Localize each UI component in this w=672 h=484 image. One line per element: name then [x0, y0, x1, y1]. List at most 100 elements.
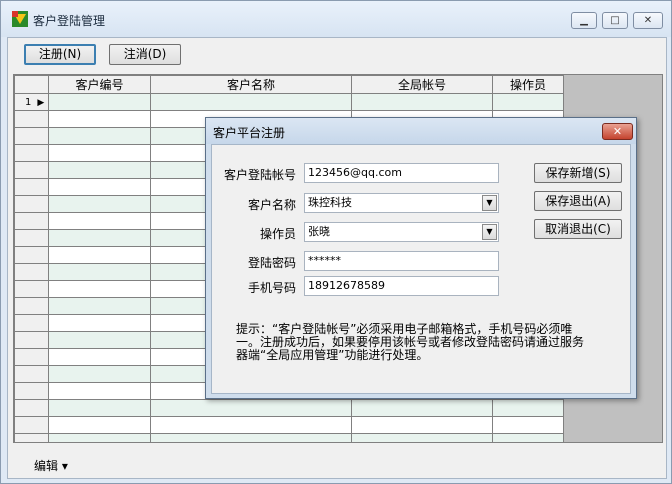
row-header[interactable]	[14, 178, 49, 196]
maximize-button[interactable]: □	[602, 12, 628, 29]
window-title: 客户登陆管理	[33, 14, 106, 28]
row-header[interactable]	[14, 331, 49, 349]
row-header[interactable]	[14, 229, 49, 247]
table-cell[interactable]	[48, 178, 151, 196]
chevron-down-icon[interactable]: ▼	[482, 224, 497, 240]
table-cell[interactable]	[48, 297, 151, 315]
dialog-body: 客户登陆帐号 123456@qq.com 客户名称 珠控科技 ▼ 操作员 张晓 …	[211, 144, 631, 394]
minimize-button[interactable]: ▁	[571, 12, 597, 29]
column-header-operator[interactable]: 操作员	[492, 75, 564, 94]
account-label: 客户登陆帐号	[223, 168, 296, 182]
title-bar[interactable]: 客户登陆管理 ▁ □ ✕	[1, 1, 671, 37]
row-header[interactable]	[14, 314, 49, 332]
table-row[interactable]	[14, 433, 564, 442]
table-cell[interactable]	[48, 416, 151, 434]
hint-text: 提示：“客户登陆帐号”必须采用电子邮箱格式，手机号码必须唯一。注册成功后，如果要…	[236, 322, 585, 362]
table-cell[interactable]	[48, 365, 151, 383]
table-cell[interactable]	[48, 348, 151, 366]
dialog-close-button[interactable]: ✕	[602, 123, 633, 140]
register-button[interactable]: 注册(N)	[24, 44, 96, 65]
close-icon: ✕	[643, 15, 653, 26]
table-cell[interactable]	[48, 195, 151, 213]
table-cell[interactable]	[48, 212, 151, 230]
row-header[interactable]	[14, 297, 49, 315]
row-header[interactable]	[14, 161, 49, 179]
bottom-bar: 编辑 ▾	[8, 446, 666, 478]
table-cell[interactable]	[492, 399, 564, 417]
row-header[interactable]	[14, 348, 49, 366]
table-cell[interactable]	[48, 110, 151, 128]
minimize-icon: ▁	[580, 15, 588, 26]
table-cell[interactable]	[48, 127, 151, 145]
table-cell[interactable]	[150, 93, 352, 111]
table-cell[interactable]	[48, 93, 151, 111]
table-cell[interactable]	[351, 433, 493, 442]
row-header[interactable]	[14, 416, 49, 434]
table-cell[interactable]	[351, 399, 493, 417]
customer-name-value: 珠控科技	[308, 196, 352, 209]
table-row[interactable]	[14, 399, 564, 417]
row-header[interactable]	[14, 365, 49, 383]
table-cell[interactable]	[150, 399, 352, 417]
account-field[interactable]: 123456@qq.com	[304, 163, 499, 183]
operator-label: 操作员	[259, 227, 296, 241]
table-row[interactable]: 1 ▶	[14, 93, 564, 111]
close-icon: ✕	[612, 125, 623, 138]
edit-menu-button[interactable]: 编辑 ▾	[34, 457, 68, 474]
close-button[interactable]: ✕	[633, 12, 663, 29]
phone-field[interactable]: 18912678589	[304, 276, 499, 296]
table-cell[interactable]	[48, 263, 151, 281]
table-cell[interactable]	[492, 416, 564, 434]
table-cell[interactable]	[48, 229, 151, 247]
row-header[interactable]	[14, 144, 49, 162]
operator-value: 张晓	[308, 225, 330, 238]
customer-name-label: 客户名称	[247, 198, 296, 212]
cancel-register-button[interactable]: 注消(D)	[109, 44, 181, 65]
table-cell[interactable]	[150, 416, 352, 434]
row-header[interactable]	[14, 127, 49, 145]
row-header[interactable]	[14, 195, 49, 213]
table-cell[interactable]	[351, 416, 493, 434]
save-new-button[interactable]: 保存新增(S)	[534, 163, 622, 183]
column-header-customer-name[interactable]: 客户名称	[150, 75, 352, 94]
table-cell[interactable]	[48, 161, 151, 179]
customer-name-select[interactable]: 珠控科技 ▼	[304, 193, 499, 213]
table-cell[interactable]	[492, 93, 564, 111]
maximize-icon: □	[610, 15, 620, 26]
save-exit-button[interactable]: 保存退出(A)	[534, 191, 622, 211]
table-cell[interactable]	[48, 144, 151, 162]
app-logo-icon	[12, 11, 28, 27]
row-header[interactable]	[14, 399, 49, 417]
table-cell[interactable]	[48, 382, 151, 400]
table-cell[interactable]	[48, 280, 151, 298]
table-row[interactable]	[14, 416, 564, 434]
table-cell[interactable]	[48, 314, 151, 332]
row-header[interactable]	[14, 263, 49, 281]
register-dialog: 客户平台注册 ✕ 客户登陆帐号 123456@qq.com 客户名称 珠控科技 …	[205, 117, 637, 399]
column-header-customer-id[interactable]: 客户编号	[48, 75, 151, 94]
row-header[interactable]	[14, 110, 49, 128]
row-header[interactable]	[14, 382, 49, 400]
table-cell[interactable]	[48, 331, 151, 349]
table-cell[interactable]	[48, 399, 151, 417]
table-cell[interactable]	[351, 93, 493, 111]
row-number: 1	[25, 96, 32, 108]
table-cell[interactable]	[492, 433, 564, 442]
current-row-indicator-icon: ▶	[37, 97, 45, 108]
table-cell[interactable]	[150, 433, 352, 442]
cancel-exit-button[interactable]: 取消退出(C)	[534, 219, 622, 239]
row-header[interactable]	[14, 212, 49, 230]
row-header[interactable]: 1 ▶	[14, 93, 49, 111]
chevron-down-icon[interactable]: ▼	[482, 195, 497, 211]
row-header[interactable]	[14, 280, 49, 298]
row-header[interactable]	[14, 433, 49, 442]
table-cell[interactable]	[48, 433, 151, 442]
operator-select[interactable]: 张晓 ▼	[304, 222, 499, 242]
row-header[interactable]	[14, 246, 49, 264]
password-field[interactable]: ******	[304, 251, 499, 271]
table-cell[interactable]	[48, 246, 151, 264]
corner-cell[interactable]	[14, 75, 49, 94]
password-label: 登陆密码	[247, 256, 296, 270]
dialog-title-bar[interactable]: 客户平台注册 ✕	[206, 118, 636, 144]
column-header-global-account[interactable]: 全局帐号	[351, 75, 493, 94]
